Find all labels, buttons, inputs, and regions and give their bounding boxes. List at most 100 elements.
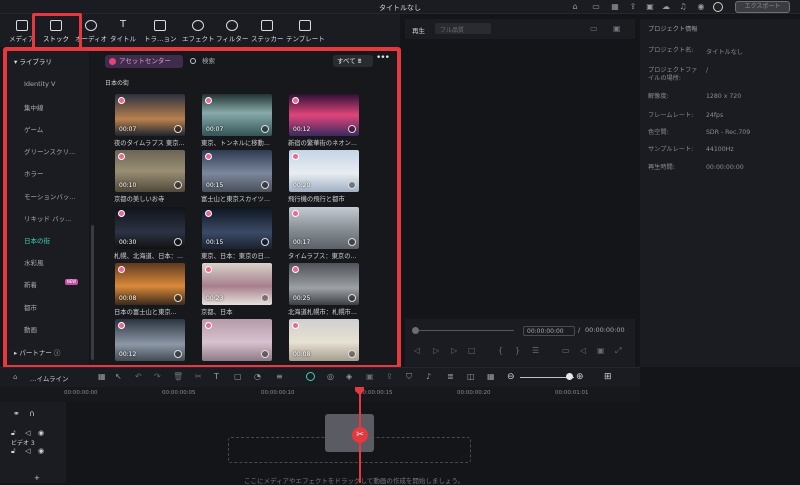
info-key: 再生時間: [648, 164, 675, 171]
timeline-toolbar: ⌂ …イムライン ▦ ↖ ↶ ↷ 🗑 ✂ T ▢ ◔ ≡ ◎ ◈ ▣ ⇪ ⛉ ♪… [0, 367, 640, 387]
total-time: 00:00:00:00 [585, 326, 625, 334]
scissors-icon[interactable]: ✂ [352, 427, 368, 443]
info-value: 1280 x 720 [706, 93, 742, 100]
mic-icon[interactable]: ♪ [426, 372, 431, 381]
layout-icon[interactable]: ▭ [591, 2, 601, 12]
zoom-handle[interactable] [566, 373, 573, 380]
add-icon[interactable]: + [34, 474, 40, 482]
tab-transition[interactable]: トラ…ョン [144, 20, 177, 44]
filter-icon [226, 20, 239, 31]
mark-in-icon[interactable]: { [498, 346, 503, 355]
preview-tab[interactable]: 再生 [412, 25, 425, 35]
export-clip-icon[interactable]: ⇪ [386, 372, 393, 381]
headset-icon[interactable]: ♫ [678, 2, 688, 12]
eye-icon[interactable]: ◉ [38, 447, 44, 455]
zoom-out-icon[interactable]: ⊖ [507, 372, 515, 382]
eye-icon[interactable]: ◉ [38, 429, 44, 437]
mixer-icon[interactable]: ≣ [447, 372, 454, 381]
current-time[interactable]: 00:00:00:00 [523, 326, 575, 336]
speaker-icon[interactable]: ◁ [25, 447, 30, 455]
info-value: SDR - Rec.709 [706, 129, 751, 136]
speaker-icon[interactable]: ◁ [25, 429, 30, 437]
info-key: プロジェクト名: [648, 47, 694, 54]
crop-icon[interactable]: ▢ [234, 372, 242, 381]
info-key: フレームレート: [648, 112, 694, 119]
music-icon [85, 20, 98, 31]
redo-icon[interactable]: ↷ [154, 372, 161, 381]
notification-icon[interactable]: ◉ [696, 2, 706, 12]
cloud-icon[interactable]: ☁ [661, 2, 671, 12]
render-icon[interactable]: ▣ [366, 372, 374, 381]
play-icon[interactable]: ▷ [451, 346, 457, 355]
timeline-ruler[interactable]: 00:00:00:00 00:00:00:05 00:00:00:10 00:0… [0, 387, 640, 402]
delete-icon[interactable]: 🗑 [173, 372, 183, 381]
media-icon [15, 20, 28, 31]
fullscreen-icon[interactable]: ⤢ [615, 346, 621, 356]
lock-icon[interactable]: 🔓︎ [11, 447, 16, 456]
tick-label: 00:00:00:15 [359, 390, 393, 396]
info-key: 解像度: [648, 93, 669, 100]
camera-icon[interactable]: ▣ [597, 346, 605, 355]
track-label: ビデオ 3 [11, 440, 35, 447]
tab-effect[interactable]: エフェクト [182, 20, 215, 44]
info-value: / [706, 67, 709, 74]
info-value: 44100Hz [706, 146, 734, 153]
preview-canvas [405, 39, 635, 319]
tab-template[interactable]: テンプレート [286, 20, 325, 44]
gift-icon[interactable]: ⌂ [570, 2, 580, 12]
audio-stretch-icon[interactable]: ◎ [327, 372, 334, 381]
grid-icon[interactable]: ▦ [610, 2, 620, 12]
split-icon[interactable]: ✂ [195, 372, 202, 381]
tab-filter[interactable]: フィルター [216, 20, 248, 44]
info-key: サンプルレート: [648, 146, 694, 153]
grid-tool-icon[interactable]: ▦ [98, 372, 106, 381]
voice-icon[interactable]: ◫ [467, 372, 475, 381]
link-icon[interactable]: ⚭ [13, 409, 20, 418]
avatar[interactable] [713, 2, 723, 12]
scrubber-handle[interactable] [412, 327, 419, 334]
monitor-icon[interactable]: ▭ [562, 346, 570, 355]
audio-icon[interactable]: ◁ [580, 346, 586, 355]
render-menu-icon[interactable]: ☰ [532, 346, 539, 355]
select-tool-icon[interactable]: ↖ [115, 372, 122, 381]
save-icon[interactable]: ▣ [645, 2, 655, 12]
panel-highlight [3, 47, 401, 369]
shield-icon[interactable]: ⛉ [406, 372, 412, 382]
ai-tool-icon[interactable] [306, 372, 315, 381]
project-info-panel: プロジェクト情報 プロジェクト名: タイトルなし プロジェクトファイルの場所: … [640, 19, 800, 367]
info-key: プロジェクトファイルの場所: [648, 67, 698, 82]
tick-label: 00:00:00:00 [64, 390, 98, 396]
tab-title[interactable]: T タイトル [110, 20, 136, 44]
info-header: プロジェクト情報 [648, 26, 698, 33]
lock-icon[interactable]: 🔓︎ [11, 429, 16, 438]
layout-grid-icon[interactable]: ▦ [487, 372, 495, 381]
zoom-in-icon[interactable]: ⊕ [576, 372, 584, 382]
effect-icon [192, 20, 205, 31]
upload-icon[interactable]: ⇪ [628, 2, 638, 12]
prev-frame-icon[interactable]: ◁ [414, 346, 420, 355]
text-tool-icon[interactable]: T [214, 372, 219, 381]
mark-out-icon[interactable]: } [515, 346, 520, 355]
keyframe-icon[interactable]: ◈ [346, 372, 352, 381]
stop-icon[interactable]: □ [468, 346, 476, 355]
magnet-icon[interactable]: ∩ [29, 409, 35, 418]
adjust-icon[interactable]: ≡ [276, 372, 283, 381]
add-track-icon[interactable]: ⊞ [604, 372, 612, 382]
tick-label: 00:00:00:05 [162, 390, 196, 396]
snapshot-icon[interactable]: ▭ [590, 24, 598, 33]
export-button[interactable]: エクスポート [735, 1, 790, 13]
tab-media[interactable]: メディア [9, 20, 35, 44]
timeline-label[interactable]: …イムライン [30, 373, 69, 383]
template-icon [299, 20, 312, 31]
stock-tab-highlight [32, 13, 82, 50]
play-reverse-icon[interactable]: ▷ [433, 346, 439, 355]
tab-sticker[interactable]: ステッカー [251, 20, 284, 44]
scrubber-track[interactable] [419, 330, 514, 331]
quality-dropdown[interactable]: フル品質 [435, 23, 491, 34]
undo-icon[interactable]: ↶ [135, 372, 142, 381]
info-key: 色空間: [648, 129, 669, 136]
image-icon[interactable]: ▣ [613, 24, 621, 33]
time-separator: / [578, 326, 581, 334]
home-icon[interactable]: ⌂ [13, 373, 17, 381]
speed-icon[interactable]: ◔ [254, 372, 261, 381]
